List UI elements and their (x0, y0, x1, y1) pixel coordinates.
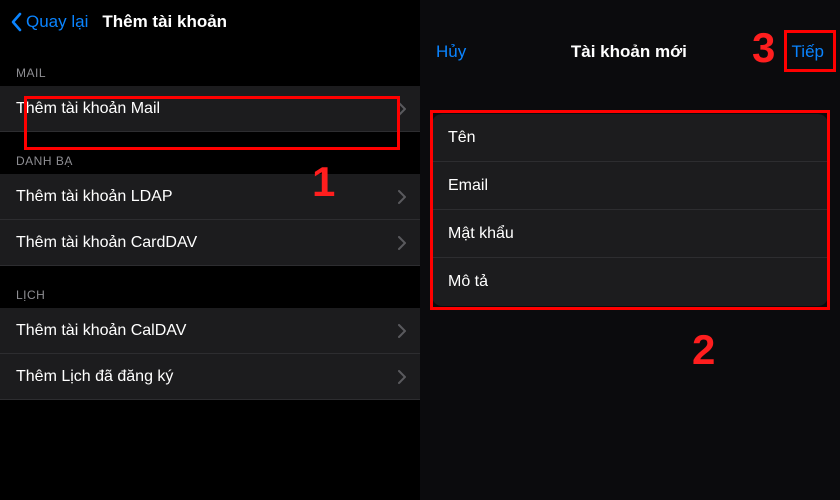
field-label: Mật khẩu (448, 225, 514, 243)
chevron-right-icon (398, 370, 406, 384)
field-label: Mô tả (448, 273, 488, 291)
nav-bar: Hủy Tài khoản mới Tiếp (420, 24, 840, 80)
next-button[interactable]: Tiếp (792, 42, 824, 62)
annotation-step-number: 2 (692, 326, 715, 374)
section-header-mail: MAIL (0, 44, 420, 86)
chevron-left-icon (10, 12, 22, 32)
chevron-right-icon (398, 102, 406, 116)
row-add-carddav-account[interactable]: Thêm tài khoản CardDAV (0, 220, 420, 266)
row-label: Thêm Lịch đã đăng ký (16, 368, 173, 386)
chevron-right-icon (398, 190, 406, 204)
field-label: Email (448, 177, 488, 195)
new-account-form: Tên Email Mật khẩu Mô tả (432, 114, 828, 306)
chevron-right-icon (398, 236, 406, 250)
nav-bar: Quay lại Thêm tài khoản (0, 0, 420, 44)
cancel-button[interactable]: Hủy (436, 42, 466, 62)
field-email[interactable]: Email (432, 162, 828, 210)
row-add-ldap-account[interactable]: Thêm tài khoản LDAP (0, 174, 420, 220)
row-add-mail-account[interactable]: Thêm tài khoản Mail (0, 86, 420, 132)
field-label: Tên (448, 129, 476, 147)
page-title: Tài khoản mới (571, 42, 687, 62)
annotation-step-number: 1 (312, 158, 335, 206)
chevron-right-icon (398, 324, 406, 338)
new-account-form-screen: Hủy Tài khoản mới Tiếp Tên Email Mật khẩ… (420, 0, 840, 500)
field-password[interactable]: Mật khẩu (432, 210, 828, 258)
row-add-subscribed-calendar[interactable]: Thêm Lịch đã đăng ký (0, 354, 420, 400)
row-label: Thêm tài khoản Mail (16, 100, 160, 118)
section-header-calendar: LỊCH (0, 266, 420, 308)
back-label: Quay lại (26, 12, 88, 32)
row-label: Thêm tài khoản LDAP (16, 188, 173, 206)
row-add-caldav-account[interactable]: Thêm tài khoản CalDAV (0, 308, 420, 354)
row-label: Thêm tài khoản CalDAV (16, 322, 186, 340)
page-title: Thêm tài khoản (102, 12, 227, 32)
back-button[interactable]: Quay lại (10, 12, 88, 32)
add-account-settings-screen: Quay lại Thêm tài khoản MAIL Thêm tài kh… (0, 0, 420, 500)
row-label: Thêm tài khoản CardDAV (16, 234, 197, 252)
field-description[interactable]: Mô tả (432, 258, 828, 306)
section-header-contacts: DANH BẠ (0, 132, 420, 174)
annotation-step-number: 3 (752, 24, 775, 72)
field-name[interactable]: Tên (432, 114, 828, 162)
